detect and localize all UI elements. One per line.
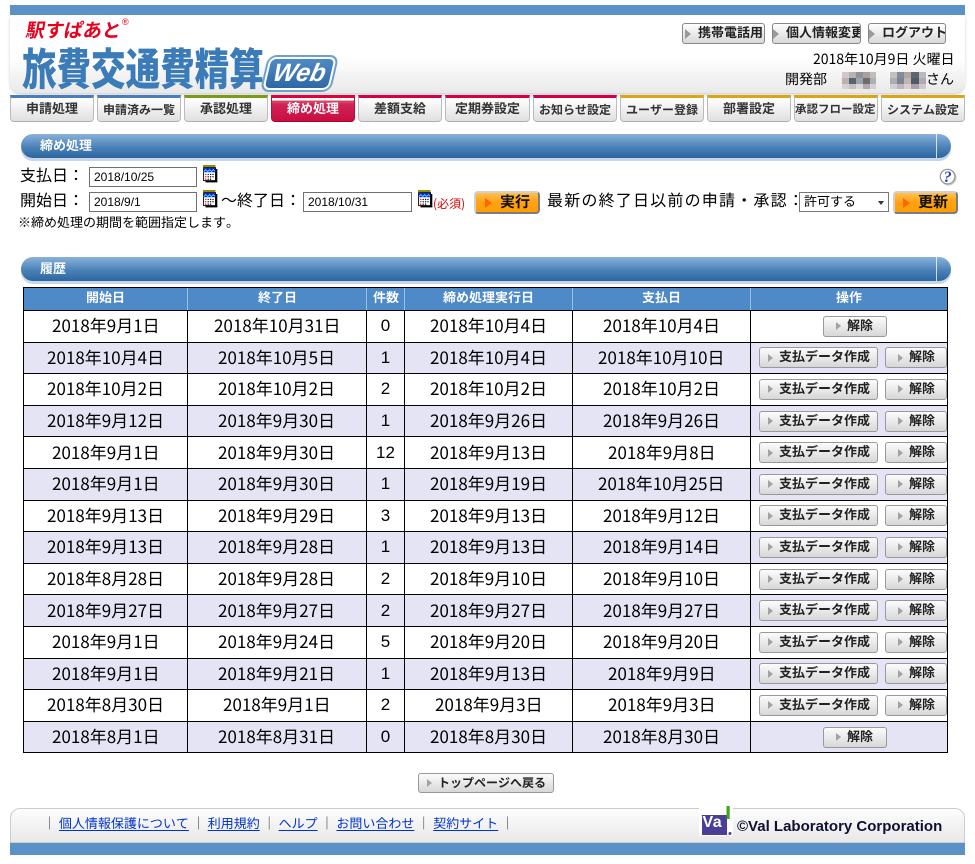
svg-text:?: ?	[944, 169, 952, 186]
svg-text:Va: Va	[703, 814, 723, 831]
